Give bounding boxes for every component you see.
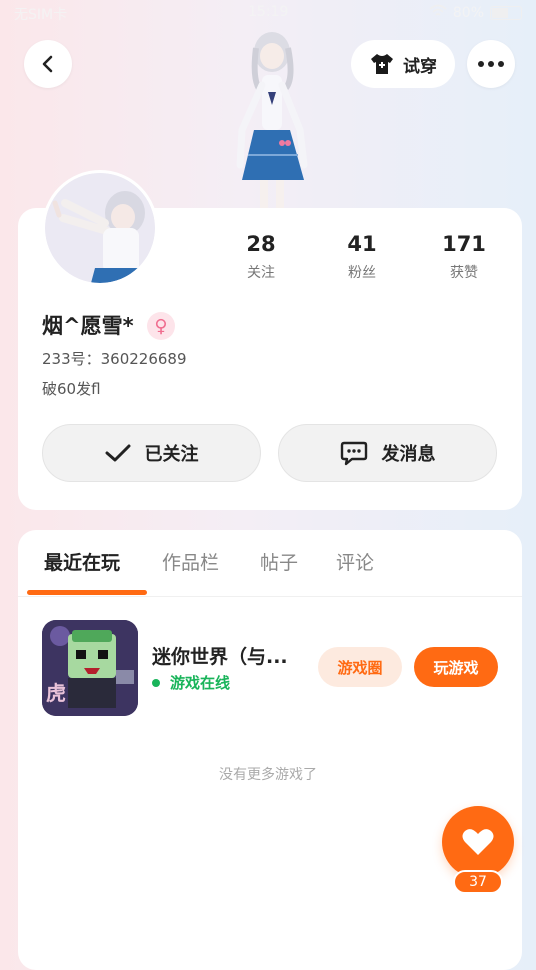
game-icon[interactable]: 虎 xyxy=(42,620,138,716)
stat-followers[interactable]: 41 粉丝 xyxy=(312,232,412,282)
game-status-text: 游戏在线 xyxy=(170,674,231,692)
stat-value: 41 xyxy=(347,232,377,256)
play-game-button[interactable]: 玩游戏 xyxy=(414,647,498,687)
clock: 15:19 xyxy=(248,4,289,20)
followed-label: 已关注 xyxy=(144,444,199,465)
heart-icon xyxy=(462,829,494,855)
chat-bubble-icon xyxy=(340,441,367,466)
avatar[interactable] xyxy=(42,170,158,286)
online-dot-icon xyxy=(152,678,160,687)
wifi-icon xyxy=(429,4,447,22)
try-on-label: 试穿 xyxy=(403,56,437,77)
followed-button[interactable]: 已关注 xyxy=(42,424,261,482)
game-circle-button[interactable]: 游戏圈 xyxy=(318,647,402,687)
stat-label: 粉丝 xyxy=(348,265,376,281)
profile-tabs: 最近在玩 作品栏 帖子 评论 xyxy=(18,530,522,597)
carrier-text: 无SIM卡 xyxy=(14,7,68,23)
battery-percent: 80% xyxy=(452,5,484,21)
try-on-button[interactable]: 试穿 xyxy=(351,40,455,88)
stat-label: 获赞 xyxy=(450,265,478,281)
user-id: 233号：360226689 xyxy=(42,350,187,368)
game-online-status: 游戏在线 xyxy=(152,672,230,693)
status-bar: 无SIM卡 15:19 80% xyxy=(0,0,536,26)
check-icon xyxy=(105,444,130,462)
svg-text:虎: 虎 xyxy=(46,681,66,705)
shirt-icon xyxy=(371,54,393,74)
username: 烟^愿雪* xyxy=(42,314,134,338)
more-dots-icon xyxy=(478,61,504,67)
send-message-label: 发消息 xyxy=(381,444,436,465)
stat-label: 关注 xyxy=(247,265,275,281)
stat-value: 28 xyxy=(246,232,276,256)
stat-following[interactable]: 28 关注 xyxy=(211,232,311,282)
like-count: 37 xyxy=(453,870,503,894)
like-button[interactable] xyxy=(442,806,514,878)
user-bio: 破60发fl xyxy=(42,380,101,398)
status-right: 80% xyxy=(429,4,522,22)
stat-value: 171 xyxy=(442,232,486,256)
gender-female-icon: ♀ xyxy=(147,312,175,340)
chevron-left-icon xyxy=(42,55,53,73)
back-button[interactable] xyxy=(24,40,72,88)
tab-works[interactable]: 作品栏 xyxy=(162,548,219,575)
battery-icon xyxy=(490,6,522,20)
no-more-games-text: 没有更多游戏了 xyxy=(219,767,317,783)
send-message-button[interactable]: 发消息 xyxy=(278,424,497,482)
tab-comments[interactable]: 评论 xyxy=(336,548,374,575)
tab-recently-played[interactable]: 最近在玩 xyxy=(44,548,120,575)
active-tab-indicator xyxy=(27,590,147,595)
more-button[interactable] xyxy=(467,40,515,88)
list-item[interactable]: 虎 迷你世界（与... 游戏在线 游戏圈 玩游戏 xyxy=(42,620,502,716)
stat-likes[interactable]: 171 获赞 xyxy=(414,232,514,282)
character-figure[interactable] xyxy=(212,30,328,210)
tab-posts[interactable]: 帖子 xyxy=(260,548,298,575)
game-title: 迷你世界（与... xyxy=(152,646,288,668)
